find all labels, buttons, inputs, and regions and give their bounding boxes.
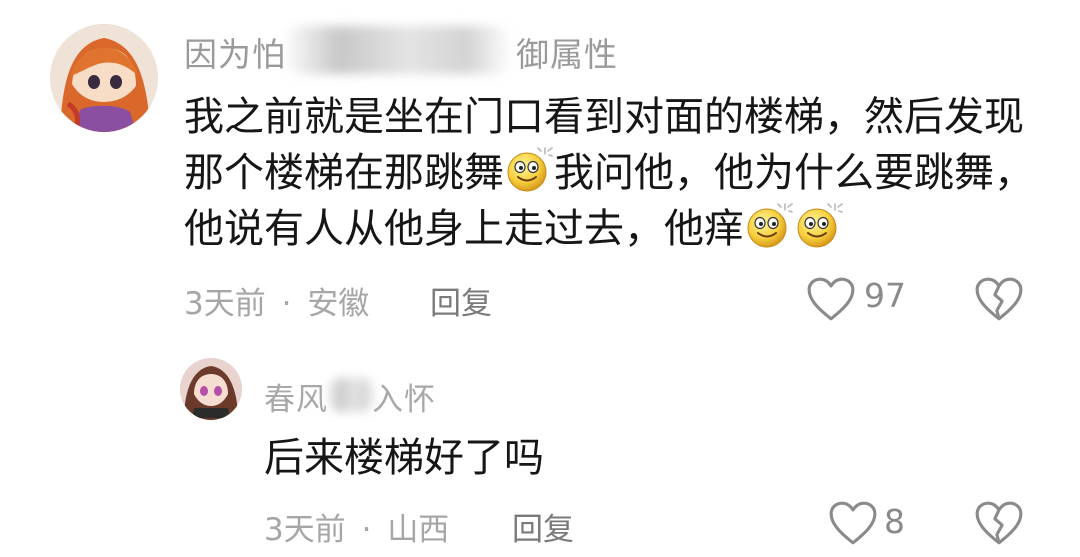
- username-start: 因为怕: [184, 35, 286, 74]
- redacted-blur: [326, 378, 376, 412]
- comment-text-line: 他说有人从他身上走过去，他痒: [184, 201, 844, 257]
- smile-icon: [745, 202, 793, 250]
- redacted-blur: [282, 26, 512, 74]
- meta-separator: ·: [361, 512, 372, 548]
- reply-button[interactable]: 回复: [512, 504, 574, 549]
- heart-outline-icon[interactable]: [828, 500, 878, 546]
- smile-icon: [795, 202, 843, 250]
- comment-time: 3天前: [264, 512, 346, 548]
- smile-icon: [505, 146, 553, 194]
- comment-meta: 3天前 · 山西: [264, 504, 449, 549]
- username-end: 御属性: [516, 35, 618, 74]
- reply-button[interactable]: 回复: [430, 278, 492, 323]
- comment-text-line: 我之前就是坐在门口看到对面的楼梯，然后发现: [184, 94, 1024, 140]
- comment-time: 3天前: [184, 286, 266, 322]
- broken-heart-icon[interactable]: [974, 500, 1024, 546]
- username-start: 春风: [264, 382, 328, 418]
- meta-separator: ·: [281, 286, 292, 322]
- comment-location: 山西: [387, 512, 450, 548]
- avatar[interactable]: [180, 358, 242, 420]
- like-count: 97: [864, 276, 906, 315]
- comment-location: 安徽: [307, 286, 370, 322]
- comment-text-line: 那个楼梯在那跳舞 我问他，他为什么要跳舞，: [184, 145, 1034, 201]
- avatar[interactable]: [50, 24, 158, 132]
- comment-meta: 3天前 · 安徽: [184, 278, 369, 323]
- broken-heart-icon[interactable]: [974, 276, 1024, 322]
- username-end: 入怀: [372, 382, 436, 418]
- comment-text-line: 后来楼梯好了吗: [264, 435, 544, 481]
- heart-outline-icon[interactable]: [806, 276, 856, 322]
- like-count: 8: [884, 502, 905, 541]
